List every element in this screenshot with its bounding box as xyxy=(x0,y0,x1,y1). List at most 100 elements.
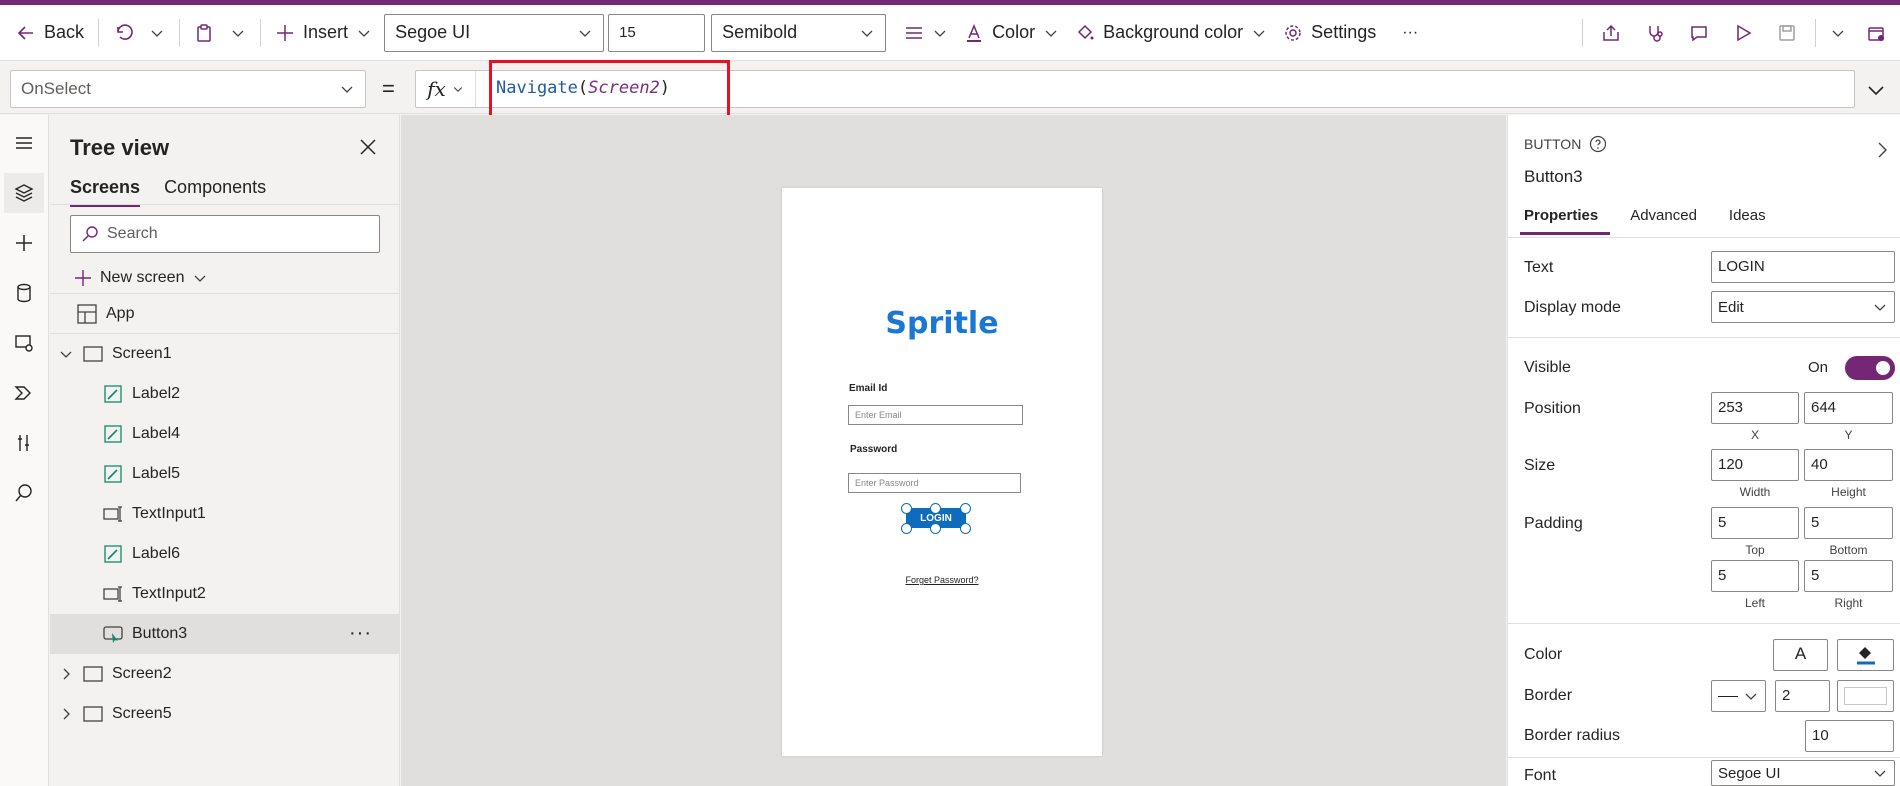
tab-ideas[interactable]: Ideas xyxy=(1725,207,1778,235)
text-property-input[interactable]: LOGIN xyxy=(1711,251,1895,283)
background-color-button[interactable]: Background color xyxy=(1067,13,1275,53)
chevron-down-icon[interactable] xyxy=(58,346,74,362)
button-control-icon xyxy=(103,626,123,643)
save-menu-button[interactable] xyxy=(1822,13,1854,53)
fill-color-picker[interactable] xyxy=(1837,639,1894,671)
rail-tree-view[interactable] xyxy=(4,173,44,213)
property-value: OnSelect xyxy=(21,79,91,98)
email-input[interactable]: Enter Email xyxy=(848,405,1023,425)
rail-insert[interactable] xyxy=(4,223,44,263)
selection-handle[interactable] xyxy=(930,503,941,514)
color-button[interactable]: Color xyxy=(956,13,1067,53)
font-select[interactable]: Segoe UI xyxy=(1711,760,1895,786)
back-button[interactable]: Back xyxy=(8,13,92,53)
insert-button[interactable]: Insert xyxy=(267,13,380,53)
display-mode-select[interactable]: Edit xyxy=(1711,291,1895,323)
publish-button[interactable] xyxy=(1854,13,1900,53)
tree-item-button3[interactable]: Button3 ··· xyxy=(50,614,400,654)
width-caption: Width xyxy=(1739,485,1771,499)
undo-button[interactable] xyxy=(105,13,141,53)
tab-components[interactable]: Components xyxy=(164,177,266,207)
plus-icon xyxy=(16,235,32,251)
height-input[interactable]: 40 xyxy=(1804,449,1893,481)
font-weight-select[interactable]: Semibold xyxy=(711,13,887,52)
tree-item-label4[interactable]: Label4 xyxy=(50,414,400,454)
selection-handle[interactable] xyxy=(901,523,912,534)
new-screen-button[interactable]: New screen xyxy=(74,261,208,295)
tree-item-screen1[interactable]: Screen1 xyxy=(50,334,400,374)
display-mode-label: Display mode xyxy=(1524,299,1621,316)
screen-icon xyxy=(83,706,103,722)
password-label[interactable]: Password xyxy=(850,444,897,455)
chevron-down-icon xyxy=(195,275,206,282)
tree-item-label2[interactable]: Label2 xyxy=(50,374,400,414)
position-y-input[interactable]: 644 xyxy=(1804,392,1893,424)
expand-formula-icon[interactable] xyxy=(1864,78,1888,102)
font-size-input[interactable]: 15 xyxy=(608,13,706,52)
paste-menu-button[interactable] xyxy=(222,13,254,53)
border-style-select[interactable] xyxy=(1711,680,1766,712)
text-align-button[interactable] xyxy=(896,13,956,53)
rail-search[interactable] xyxy=(4,473,44,513)
share-button[interactable] xyxy=(1589,13,1633,53)
border-style-line xyxy=(1718,695,1738,697)
property-select[interactable]: OnSelect xyxy=(10,70,366,108)
chevron-right-icon[interactable] xyxy=(1872,140,1892,160)
tab-advanced[interactable]: Advanced xyxy=(1626,207,1709,235)
padding-top-input[interactable]: 5 xyxy=(1711,507,1799,539)
tab-properties[interactable]: Properties xyxy=(1520,207,1611,235)
design-canvas[interactable]: Spritle Email Id Enter Email Password En… xyxy=(401,115,1506,786)
selection-handle[interactable] xyxy=(960,523,971,534)
undo-menu-button[interactable] xyxy=(141,13,173,53)
clipboard-icon xyxy=(197,23,211,42)
preview-button[interactable] xyxy=(1721,13,1765,53)
selection-handle[interactable] xyxy=(960,503,971,514)
toolbar-divider xyxy=(1582,18,1583,47)
menu-button[interactable] xyxy=(4,123,44,163)
paste-button[interactable] xyxy=(186,13,222,53)
email-label[interactable]: Email Id xyxy=(849,383,887,394)
selection-handle[interactable] xyxy=(901,503,912,514)
help-icon[interactable] xyxy=(1589,135,1607,153)
tree-item-textinput1[interactable]: TextInput1 xyxy=(50,494,400,534)
border-width-input[interactable]: 2 xyxy=(1775,680,1830,712)
text-color-picker[interactable]: A xyxy=(1773,639,1828,671)
tree-item-screen2[interactable]: Screen2 xyxy=(50,654,400,694)
password-input[interactable]: Enter Password xyxy=(848,473,1021,493)
app-checker-button[interactable] xyxy=(1633,13,1677,53)
tree-item-label6[interactable]: Label6 xyxy=(50,534,400,574)
tree-item-app[interactable]: App xyxy=(50,294,400,334)
rail-advanced-tools[interactable] xyxy=(4,423,44,463)
font-family-select[interactable]: Segoe UI xyxy=(384,13,605,52)
forgot-password-link[interactable]: Forget Password? xyxy=(782,575,1102,585)
rail-power-automate[interactable] xyxy=(4,373,44,413)
padding-left-input[interactable]: 5 xyxy=(1711,560,1799,592)
border-radius-input[interactable]: 10 xyxy=(1805,720,1894,752)
rail-data[interactable] xyxy=(4,273,44,313)
tree-item-label: Button3 xyxy=(132,625,188,642)
comments-button[interactable] xyxy=(1677,13,1721,53)
position-x-input[interactable]: 253 xyxy=(1711,392,1799,424)
width-input[interactable]: 120 xyxy=(1711,449,1799,481)
tab-screens[interactable]: Screens xyxy=(70,177,141,207)
tree-item-textinput2[interactable]: TextInput2 xyxy=(50,574,400,614)
settings-button[interactable]: Settings xyxy=(1275,13,1384,53)
tree-search-input[interactable]: Search xyxy=(70,215,380,253)
border-color-picker[interactable] xyxy=(1837,680,1894,712)
save-button[interactable] xyxy=(1765,13,1809,53)
screen1-preview[interactable]: Spritle Email Id Enter Email Password En… xyxy=(782,188,1102,756)
selection-handle[interactable] xyxy=(930,523,941,534)
chevron-right-icon[interactable] xyxy=(58,706,74,722)
screen-icon xyxy=(83,346,103,362)
chevron-right-icon[interactable] xyxy=(58,666,74,682)
close-icon[interactable] xyxy=(356,135,380,159)
tree-item-label5[interactable]: Label5 xyxy=(50,454,400,494)
tree-item-screen5[interactable]: Screen5 xyxy=(50,694,400,734)
more-commands-button[interactable]: ··· xyxy=(1394,13,1426,53)
padding-bottom-input[interactable]: 5 xyxy=(1804,507,1893,539)
visible-toggle[interactable] xyxy=(1845,356,1895,380)
fx-button[interactable]: fx xyxy=(416,71,476,107)
padding-right-input[interactable]: 5 xyxy=(1804,560,1893,592)
rail-media[interactable] xyxy=(4,323,44,363)
more-options-button[interactable]: ··· xyxy=(349,622,372,645)
